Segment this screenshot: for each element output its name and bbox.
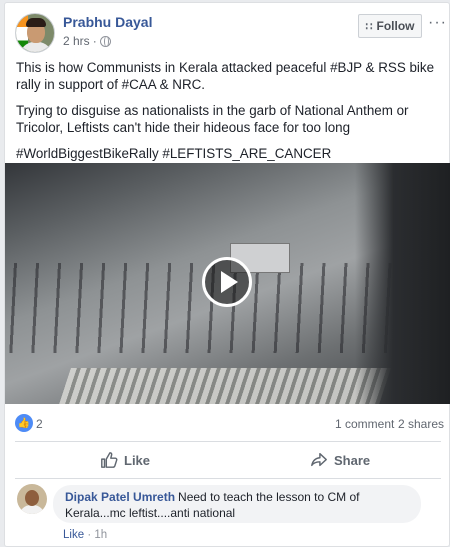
- play-icon[interactable]: [202, 257, 252, 307]
- share-count[interactable]: 2 shares: [398, 417, 444, 431]
- video-player[interactable]: [5, 163, 450, 404]
- post-text-line: This is how Communists in Kerala attacke…: [16, 60, 435, 92]
- divider: [15, 478, 441, 479]
- post-text-line: Trying to disguise as nationalists in th…: [16, 103, 409, 135]
- follow-button[interactable]: ∷ Follow: [358, 14, 422, 38]
- comment-time[interactable]: 1h: [94, 529, 107, 541]
- share-button[interactable]: Share: [310, 451, 370, 469]
- follow-label: Follow: [376, 19, 415, 33]
- action-bar: Like Share: [5, 442, 449, 478]
- video-railing: [59, 368, 391, 404]
- post-hashtags[interactable]: #WorldBiggestBikeRally #LEFTISTS_ARE_CAN…: [16, 145, 444, 162]
- author-avatar[interactable]: [15, 13, 55, 53]
- like-reaction-icon[interactable]: 👍: [15, 414, 33, 432]
- commenter-name[interactable]: Dipak Patel Umreth: [65, 490, 175, 504]
- post-header: Prabhu Dayal 2 hrs · ∷ Follow ···: [5, 3, 449, 55]
- rss-icon: ∷: [365, 20, 373, 33]
- comment-separator: ·: [87, 529, 92, 541]
- comment-like-link[interactable]: Like: [63, 529, 84, 541]
- share-label: Share: [334, 452, 371, 468]
- author-name[interactable]: Prabhu Dayal: [63, 14, 152, 30]
- share-arrow-icon: [311, 452, 327, 467]
- reaction-count[interactable]: 2: [36, 417, 43, 431]
- post-time[interactable]: 2 hrs: [63, 34, 90, 48]
- post-meta: 2 hrs ·: [63, 34, 111, 48]
- comment-bubble: Dipak Patel Umreth Need to teach the less…: [53, 485, 421, 523]
- post-stats: 👍 2 1 comment 2 shares: [5, 414, 449, 434]
- comment-meta: Like · 1h: [63, 529, 107, 541]
- commenter-avatar[interactable]: [17, 484, 47, 514]
- like-label: Like: [124, 452, 151, 468]
- thumbs-up-icon: [101, 452, 118, 468]
- post-card: Prabhu Dayal 2 hrs · ∷ Follow ··· This i…: [4, 2, 450, 547]
- post-text: This is how Communists in Kerala attacke…: [16, 59, 444, 171]
- globe-icon: [99, 35, 111, 47]
- video-structure: [355, 163, 450, 404]
- comment-count[interactable]: 1 comment: [335, 417, 394, 431]
- like-button[interactable]: Like: [100, 451, 150, 469]
- more-options-icon[interactable]: ···: [428, 14, 447, 32]
